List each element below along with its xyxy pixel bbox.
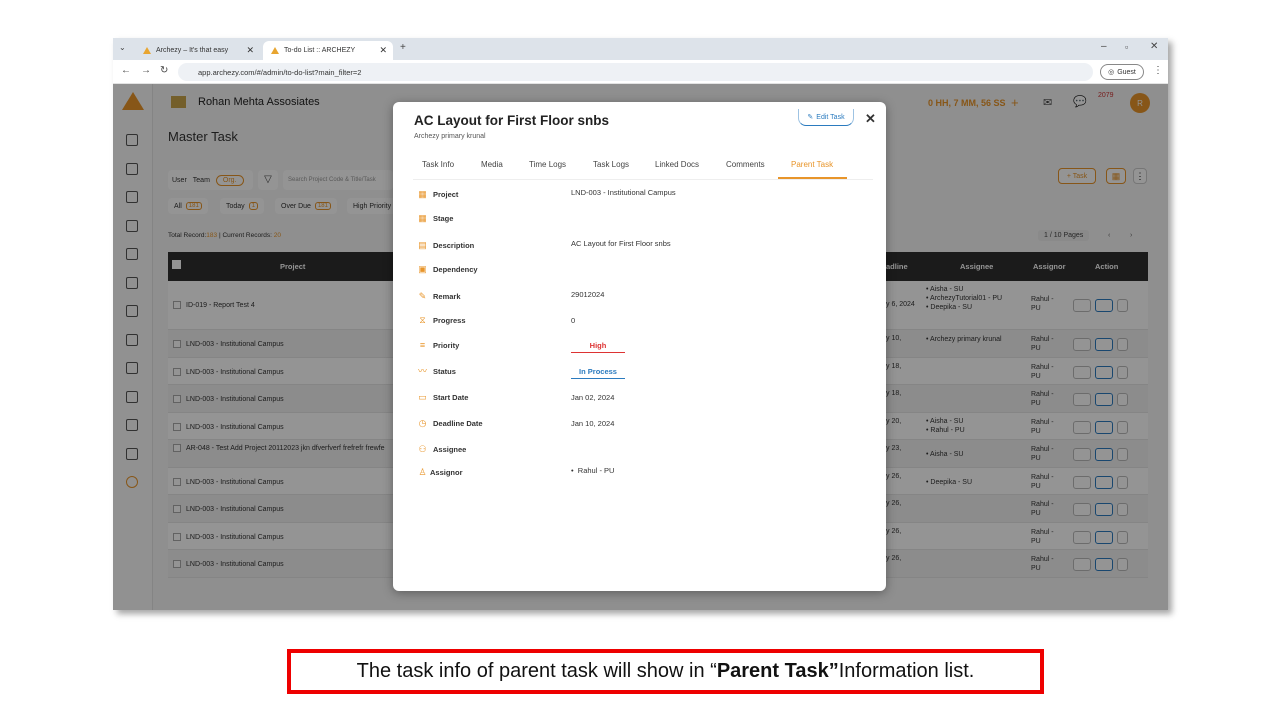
field-assignor-label: Assignor — [430, 468, 463, 477]
field-assignor-value: • Rahul - PU — [571, 466, 615, 475]
field-deadline-date-value: Jan 10, 2024 — [571, 419, 615, 428]
archezy-logo-icon — [271, 47, 279, 54]
edit-task-button[interactable]: ✎ Edit Task — [798, 109, 854, 126]
priority-icon: ≡ — [419, 340, 426, 350]
modal-subtitle: Archezy primary krunal — [414, 133, 486, 140]
priority-badge: High — [571, 341, 625, 353]
field-assignee-label: Assignee — [433, 445, 467, 454]
modal-tabs: Task Info Media Time Logs Task Logs Link… — [413, 157, 873, 180]
dependency-icon: ▣ — [418, 264, 427, 274]
field-deadline-date-label: Deadline Date — [433, 419, 483, 428]
users-icon: ⚇ — [418, 444, 427, 454]
reload-icon[interactable]: ↻ — [160, 65, 168, 76]
address-bar: ← → ↻ app.archezy.com/#/admin/to-do-list… — [113, 60, 1168, 84]
field-project-label: Project — [433, 190, 459, 199]
task-detail-modal: AC Layout for First Floor snbs Archezy p… — [393, 102, 886, 591]
field-description-value: AC Layout for First Floor snbs — [571, 239, 671, 248]
profile-button[interactable]: ◎ Guest — [1100, 64, 1144, 80]
user-icon: ♙ — [418, 467, 427, 477]
tab-media[interactable]: Media — [481, 160, 503, 169]
caption-text-bold: Parent Task” — [716, 660, 839, 682]
browser-tab-title: To-do List :: ARCHEZY — [284, 47, 356, 54]
close-window-icon[interactable]: ✕ — [1150, 41, 1158, 52]
calendar-icon: ▭ — [418, 392, 427, 402]
tab-task-info[interactable]: Task Info — [422, 160, 454, 169]
field-start-date-value: Jan 02, 2024 — [571, 393, 615, 402]
close-tab-icon[interactable]: ✕ — [379, 45, 387, 56]
progress-icon: ⧖ — [419, 315, 426, 325]
field-start-date-label: Start Date — [433, 393, 469, 402]
edit-task-label: Edit Task — [816, 113, 845, 121]
field-priority-label: Priority — [433, 341, 460, 350]
field-project-value: LND-003 - Institutional Campus — [571, 188, 676, 197]
field-status-label: Status — [433, 367, 456, 376]
project-icon: ▦ — [418, 189, 427, 199]
tab-comments[interactable]: Comments — [726, 160, 765, 169]
deadline-clock-icon: ◷ — [418, 418, 427, 428]
tabs-divider — [413, 179, 873, 180]
field-dependency-label: Dependency — [433, 265, 478, 274]
tab-linked-docs[interactable]: Linked Docs — [655, 160, 699, 169]
tab-parent-task[interactable]: Parent Task — [791, 160, 833, 169]
field-stage-label: Stage — [433, 214, 454, 223]
modal-title: AC Layout for First Floor snbs — [414, 113, 610, 128]
back-icon[interactable]: ← — [121, 65, 131, 76]
field-remark-value: 29012024 — [571, 290, 605, 299]
field-progress-value: 0 — [571, 316, 576, 325]
field-description-label: Description — [433, 241, 475, 250]
tab-strip: ⌄ Archezy – It's that easy ✕ To-do List … — [113, 38, 1168, 60]
browser-tab-title: Archezy – It's that easy — [156, 47, 229, 54]
tab-task-logs[interactable]: Task Logs — [593, 160, 629, 169]
profile-label: Guest — [1117, 68, 1136, 76]
close-tab-icon[interactable]: ✕ — [246, 45, 254, 56]
close-icon[interactable]: ✕ — [865, 111, 876, 127]
caption-box: The task info of parent task will show i… — [287, 649, 1044, 694]
tab-search-icon[interactable]: ⌄ — [119, 43, 126, 52]
url-field[interactable]: app.archezy.com/#/admin/to-do-list?main_… — [178, 63, 1093, 81]
field-progress-label: Progress — [433, 316, 466, 325]
browser-tab-archezy[interactable]: Archezy – It's that easy ✕ — [135, 41, 260, 60]
browser-tab-todo[interactable]: To-do List :: ARCHEZY ✕ — [263, 41, 393, 60]
caption-text-after: Information list. — [838, 660, 975, 682]
caption-text-before: The task info of parent task will show i… — [356, 660, 717, 682]
remark-icon: ✎ — [418, 291, 427, 301]
url-text: app.archezy.com/#/admin/to-do-list?main_… — [198, 67, 362, 77]
profile-icon: ◎ — [1108, 69, 1115, 76]
forward-icon[interactable]: → — [141, 65, 151, 76]
browser-menu-icon[interactable]: ⋮ — [1153, 65, 1163, 76]
restore-icon[interactable]: ▫ — [1125, 42, 1128, 52]
tab-time-logs[interactable]: Time Logs — [529, 160, 566, 169]
minimize-icon[interactable]: – — [1101, 41, 1107, 52]
new-tab-icon[interactable]: + — [400, 42, 406, 53]
stage-icon: ▦ — [418, 213, 427, 223]
field-remark-label: Remark — [433, 292, 461, 301]
status-badge: In Process — [571, 367, 625, 379]
description-icon: ▤ — [418, 240, 427, 250]
assignor-item: Rahul - PU — [577, 466, 615, 475]
archezy-logo-icon — [143, 47, 151, 54]
status-icon: 〰 — [417, 366, 427, 376]
pencil-icon: ✎ — [807, 114, 814, 121]
